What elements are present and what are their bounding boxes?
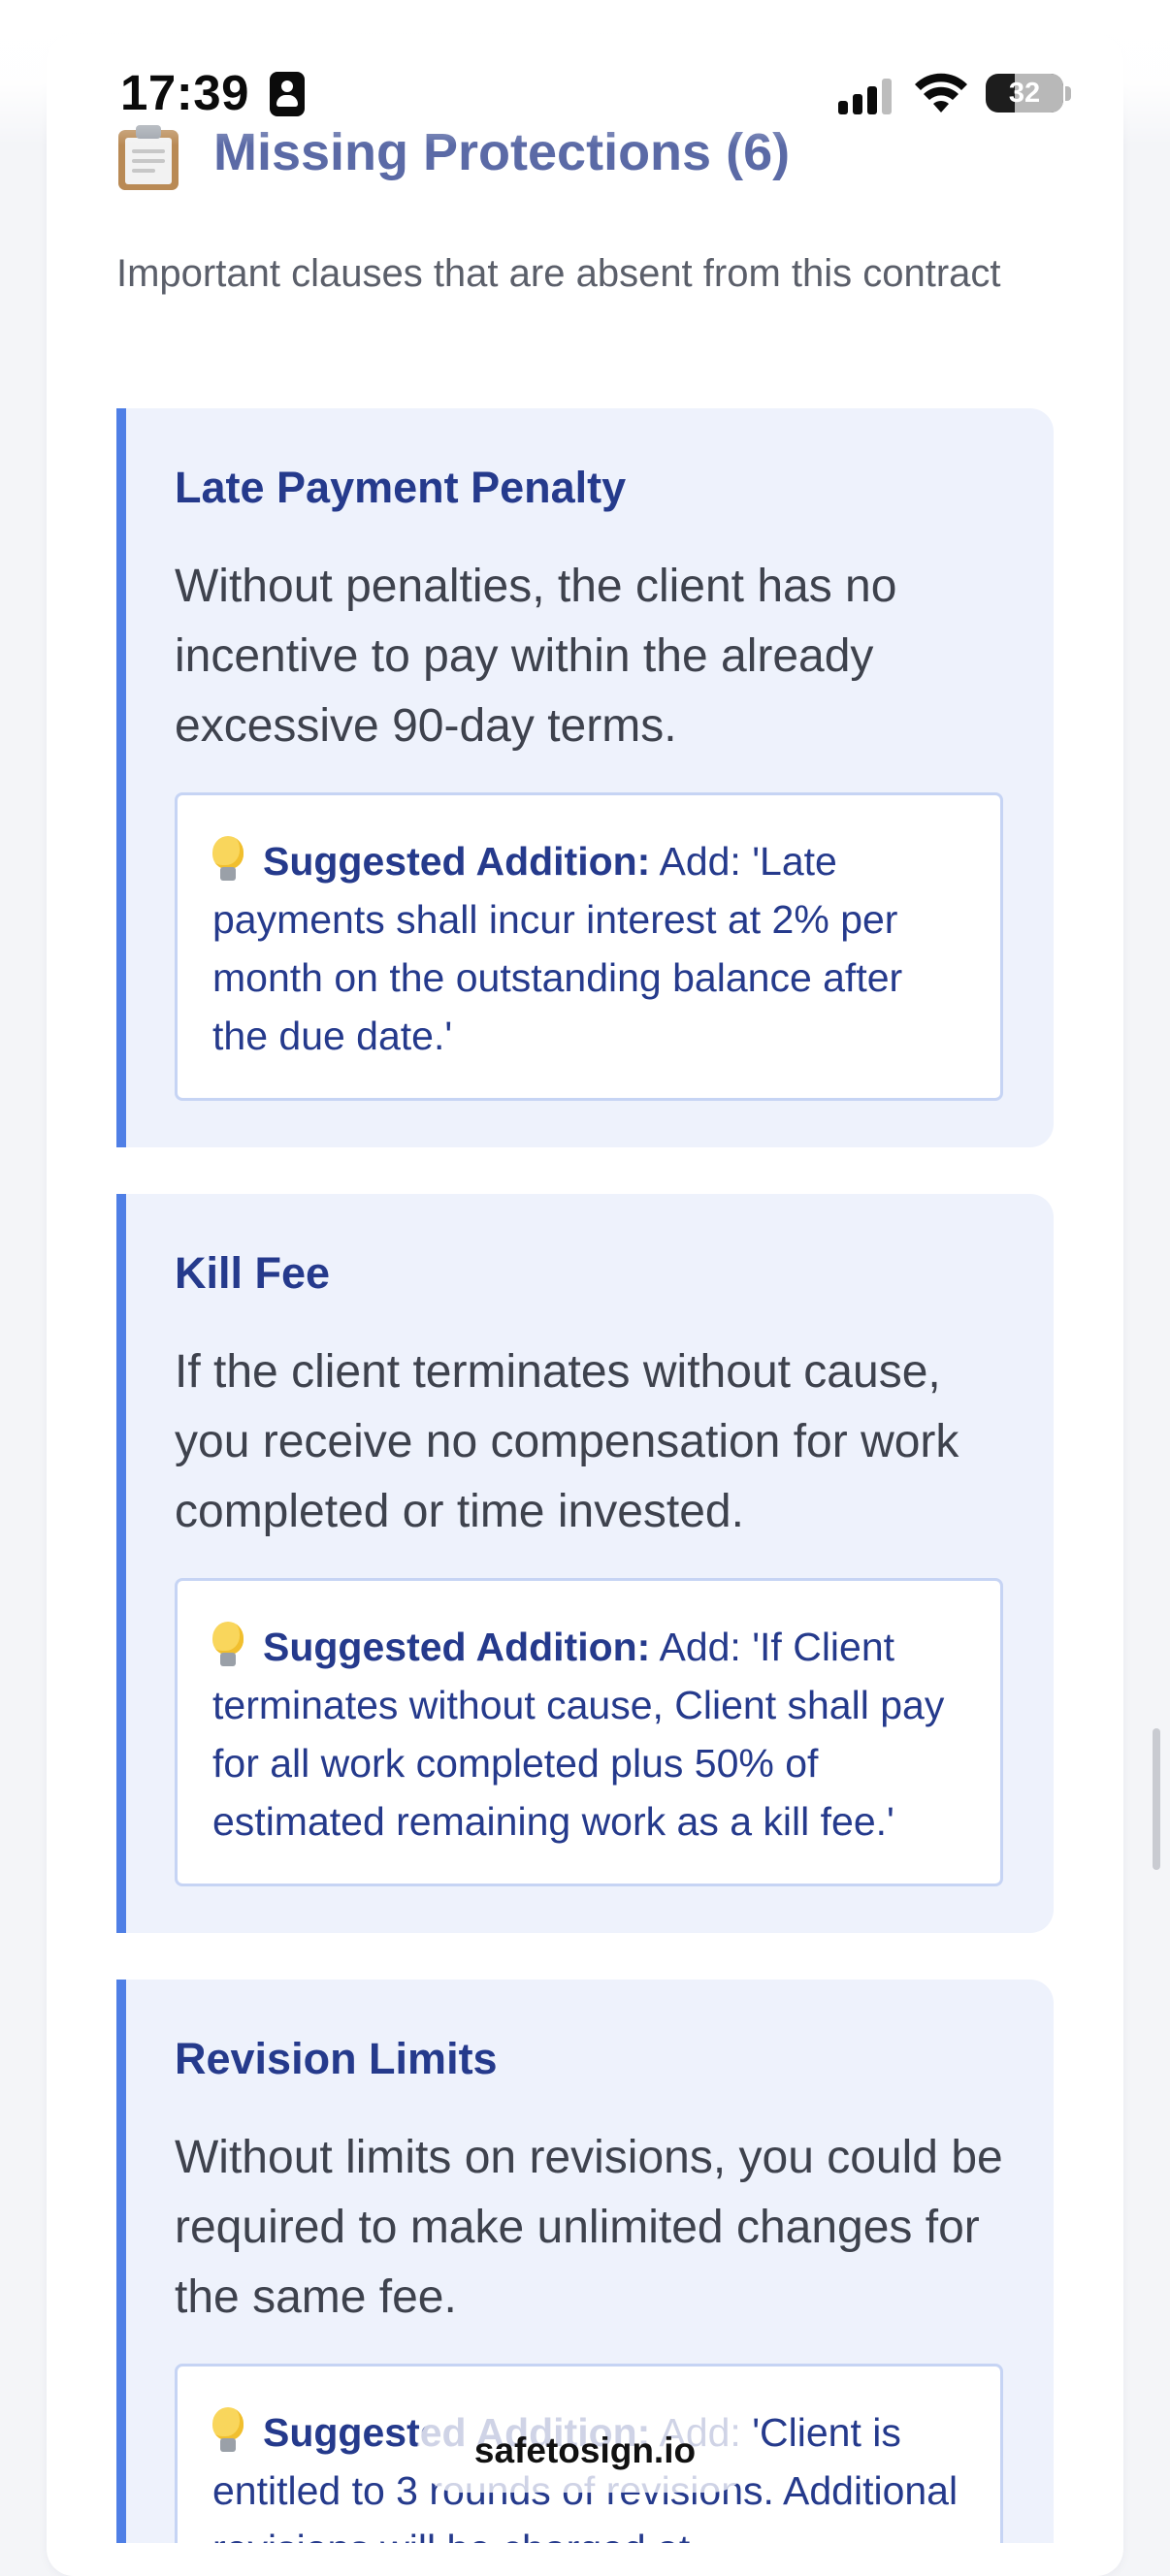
suggestion-box: Suggested Addition: Add: 'If Client term… (175, 1578, 1003, 1886)
lightbulb-icon (212, 836, 244, 883)
suggestion-box: Suggested Addition: Add: 'Late payments … (175, 792, 1003, 1101)
protection-card: Kill Fee If the client terminates withou… (116, 1194, 1054, 1933)
lightbulb-icon (212, 2407, 244, 2454)
status-bar: 17:39 32 (0, 0, 1170, 145)
status-time: 17:39 (120, 65, 249, 120)
site-url-pill[interactable]: safetosign.io (417, 2409, 753, 2493)
scroll-indicator[interactable] (1153, 1728, 1160, 1870)
protection-card: Late Payment Penalty Without penalties, … (116, 408, 1054, 1147)
cellular-signal-icon (838, 76, 894, 114)
card-title: Late Payment Penalty (175, 463, 627, 512)
battery-level: 32 (1008, 78, 1041, 109)
card-description: If the client terminates without cause, … (175, 1346, 959, 1537)
lightbulb-icon (212, 1622, 244, 1668)
card-title: Kill Fee (175, 1248, 331, 1298)
wifi-icon (915, 73, 967, 113)
battery-cap (1065, 86, 1071, 101)
battery-icon: 32 (986, 74, 1063, 113)
suggestion-label: Suggested Addition: (263, 1625, 651, 1669)
contact-card-icon (270, 72, 305, 116)
card-description: Without limits on revisions, you could b… (175, 2132, 1003, 2323)
card-description: Without penalties, the client has no inc… (175, 561, 897, 752)
suggestion-label: Suggested Addition: (263, 839, 651, 884)
card-title: Revision Limits (175, 2034, 498, 2083)
section-subtitle: Important clauses that are absent from t… (116, 252, 1001, 295)
